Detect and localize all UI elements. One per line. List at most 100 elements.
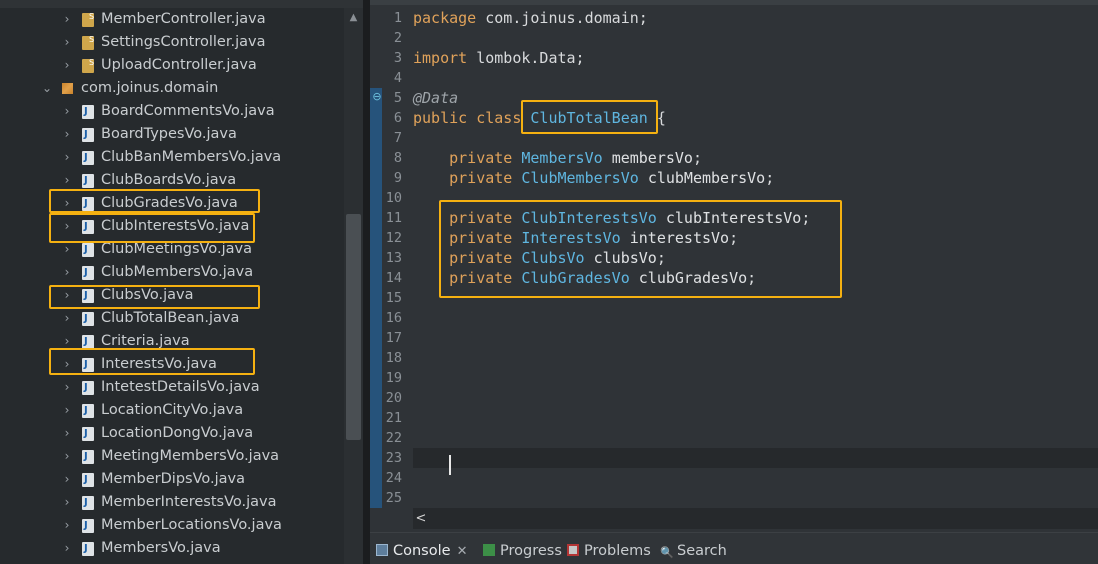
tree-file-row[interactable]: › ClubMembersVo.java xyxy=(0,261,344,284)
tree-file-row[interactable]: › ClubTotalBean.java xyxy=(0,307,344,330)
tree-file-row[interactable]: › IntetestDetailsVo.java xyxy=(0,376,344,399)
code-line[interactable] xyxy=(413,288,1098,308)
tree-file-row[interactable]: › ClubMeetingsVo.java xyxy=(0,238,344,261)
code-line[interactable]: private InterestsVo interestsVo; xyxy=(413,228,1098,248)
code-line[interactable] xyxy=(413,448,1098,468)
scroll-up-icon[interactable]: ▲ xyxy=(344,8,363,27)
code-line[interactable] xyxy=(413,328,1098,348)
chevron-down-icon[interactable]: ⌄ xyxy=(40,77,54,100)
line-number: 1 xyxy=(393,10,402,26)
line-number: 22 xyxy=(385,430,402,446)
code-line[interactable]: private ClubGradesVo clubGradesVo; xyxy=(413,268,1098,288)
chevron-right-icon[interactable]: › xyxy=(60,514,74,537)
explorer-scrollbar[interactable]: ▲ xyxy=(344,8,363,564)
code-line[interactable]: private ClubInterestsVo clubInterestsVo; xyxy=(413,208,1098,228)
tree-file-row[interactable]: › ClubGradesVo.java xyxy=(0,192,344,215)
tree-file-row[interactable]: › MemberLocationsVo.java xyxy=(0,514,344,537)
chevron-right-icon[interactable]: › xyxy=(60,123,74,146)
chevron-right-icon[interactable]: › xyxy=(60,445,74,468)
code-line[interactable]: @Data xyxy=(413,88,1098,108)
pane-divider[interactable] xyxy=(363,0,370,564)
chevron-right-icon[interactable]: › xyxy=(60,399,74,422)
chevron-right-icon[interactable]: › xyxy=(60,238,74,261)
tree-file-row[interactable]: › InterestsVo.java xyxy=(0,353,344,376)
chevron-right-icon[interactable]: › xyxy=(60,261,74,284)
code-line[interactable] xyxy=(413,428,1098,448)
chevron-right-icon[interactable]: › xyxy=(60,169,74,192)
code-line[interactable] xyxy=(413,188,1098,208)
code-area[interactable]: package com.joinus.domain; import lombok.… xyxy=(413,8,1098,508)
tab-console[interactable]: Console ✕ xyxy=(376,533,467,564)
code-line[interactable] xyxy=(413,28,1098,48)
tab-progress[interactable]: Progress xyxy=(483,533,562,564)
line-number: 18 xyxy=(385,350,402,366)
tree-file-row[interactable]: › ClubBanMembersVo.java xyxy=(0,146,344,169)
tree-file-row[interactable]: › MembersVo.java xyxy=(0,537,344,560)
chevron-right-icon[interactable]: › xyxy=(60,537,74,560)
tree-file-row[interactable]: › MemberController.java xyxy=(0,5,344,31)
code-line[interactable] xyxy=(413,308,1098,328)
chevron-right-icon[interactable]: › xyxy=(60,284,74,307)
tree-file-row[interactable]: › BoardTypesVo.java xyxy=(0,123,344,146)
java-file-icon xyxy=(82,261,94,284)
tree-package-row[interactable]: ⌄ com.joinus.domain xyxy=(0,77,344,100)
code-line[interactable]: private MembersVo membersVo; xyxy=(413,148,1098,168)
code-line[interactable] xyxy=(413,488,1098,508)
tree-file-row[interactable]: › MeetingMembersVo.java xyxy=(0,445,344,468)
java-file-icon xyxy=(82,192,94,215)
tree-file-row[interactable]: › MemberInterestsVo.java xyxy=(0,491,344,514)
chevron-right-icon[interactable]: › xyxy=(60,54,74,77)
chevron-right-icon[interactable]: › xyxy=(60,468,74,491)
code-line[interactable] xyxy=(413,388,1098,408)
tab-search[interactable]: Search xyxy=(660,533,727,564)
chevron-right-icon[interactable]: › xyxy=(60,8,74,31)
chevron-right-icon[interactable]: › xyxy=(60,192,74,215)
chevron-right-icon[interactable]: › xyxy=(60,100,74,123)
tree-file-row[interactable]: › ClubBoardsVo.java xyxy=(0,169,344,192)
tree-item-label: ClubMeetingsVo.java xyxy=(101,241,252,257)
code-type: ClubGradesVo xyxy=(521,269,630,287)
code-line[interactable] xyxy=(413,368,1098,388)
tree-file-row[interactable]: › BoardCommentsVo.java xyxy=(0,100,344,123)
tree-file-row[interactable]: › LocationDongVo.java xyxy=(0,422,344,445)
code-token: ; xyxy=(692,149,702,167)
code-line[interactable]: import lombok.Data; xyxy=(413,48,1098,68)
code-line[interactable] xyxy=(413,348,1098,368)
tree-item-label: LocationCityVo.java xyxy=(101,402,244,418)
chevron-right-icon[interactable]: › xyxy=(60,491,74,514)
java-file-icon xyxy=(82,238,94,261)
code-line[interactable]: private ClubsVo clubsVo; xyxy=(413,248,1098,268)
chevron-right-icon[interactable]: › xyxy=(60,353,74,376)
tree-file-row[interactable]: › LocationCityVo.java xyxy=(0,399,344,422)
tree-file-row[interactable]: › UploadController.java xyxy=(0,51,344,77)
chevron-right-icon[interactable]: › xyxy=(60,215,74,238)
chevron-right-icon[interactable]: › xyxy=(60,330,74,353)
editor-horizontal-scrollbar[interactable]: < xyxy=(413,508,1098,529)
chevron-left-icon[interactable]: < xyxy=(413,508,429,529)
chevron-right-icon[interactable]: › xyxy=(60,422,74,445)
tree-file-row[interactable]: › ClubInterestsVo.java xyxy=(0,215,344,238)
code-line[interactable] xyxy=(413,468,1098,488)
code-line[interactable] xyxy=(413,128,1098,148)
code-line[interactable] xyxy=(413,408,1098,428)
chevron-right-icon[interactable]: › xyxy=(60,376,74,399)
tab-problems-label: Problems xyxy=(584,543,651,559)
code-line[interactable]: private ClubMembersVo clubMembersVo; xyxy=(413,168,1098,188)
chevron-right-icon[interactable]: › xyxy=(60,31,74,54)
code-line[interactable] xyxy=(413,68,1098,88)
explorer-scroll-thumb[interactable] xyxy=(346,214,361,440)
code-line[interactable]: public class ClubTotalBean { xyxy=(413,108,1098,128)
line-number: 3 xyxy=(393,50,402,66)
code-editor[interactable]: 1 2 3 4 5 6 7 8 9 10 11 12 13 14 15 16 17 18 19 20 21 22 23 24 2… xyxy=(370,0,1098,532)
tab-problems[interactable]: Problems xyxy=(567,533,651,564)
fold-collapse-icon[interactable]: ⊖ xyxy=(371,91,383,103)
tree-file-row[interactable]: › ClubsVo.java xyxy=(0,284,344,307)
tree-file-row[interactable]: › SettingsController.java xyxy=(0,28,344,54)
chevron-right-icon[interactable]: › xyxy=(60,307,74,330)
code-line[interactable]: package com.joinus.domain; xyxy=(413,8,1098,28)
chevron-right-icon[interactable]: › xyxy=(60,146,74,169)
close-icon[interactable]: ✕ xyxy=(457,544,468,559)
tree-file-row[interactable]: › MemberDipsVo.java xyxy=(0,468,344,491)
tree-file-row[interactable]: › Criteria.java xyxy=(0,330,344,353)
java-file-icon xyxy=(82,5,94,28)
